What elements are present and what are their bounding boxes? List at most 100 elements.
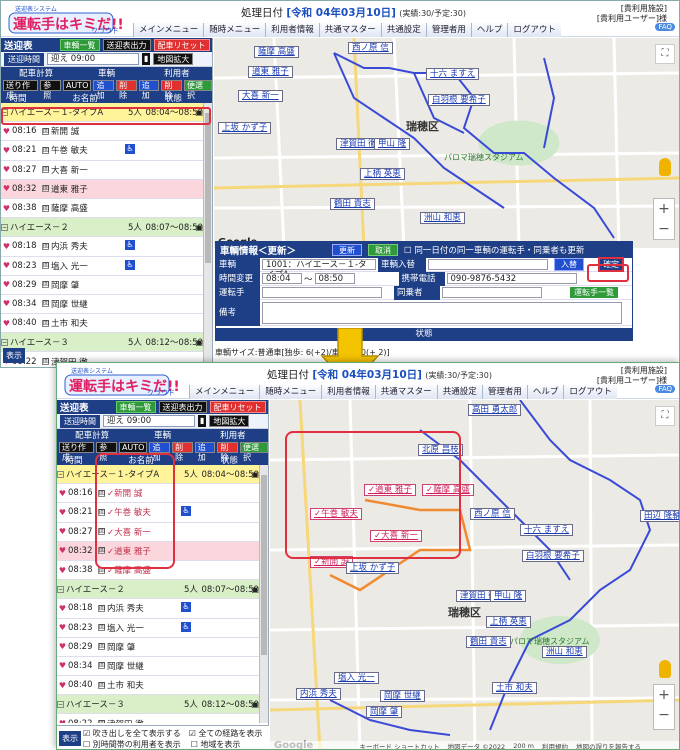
passenger-row[interactable]: ♥ 08:23 回塩入 光一 ♿	[57, 618, 259, 638]
map-user-label[interactable]: 西ノ原 信	[348, 42, 393, 54]
export-button[interactable]: 送迎表出力	[158, 401, 207, 413]
passenger-row[interactable]: ♥ 08:16 回新開 誠	[1, 122, 203, 142]
map-user-label[interactable]: 塩入 光一	[334, 672, 379, 684]
menu-users[interactable]: 利用者情報	[265, 23, 319, 37]
phone-input[interactable]: 090-9876-5432	[446, 273, 577, 284]
select-trip-button[interactable]: 便選択	[184, 79, 212, 100]
menu-main[interactable]: メインメニュー	[133, 23, 204, 37]
collapse-icon[interactable]: −	[57, 700, 64, 708]
delete-user-button[interactable]: 削除	[217, 441, 239, 462]
map-user-label[interactable]: 上坂 かず子	[218, 122, 272, 134]
map-user-label[interactable]: 十六 ますえ	[426, 68, 480, 80]
map-user-label[interactable]: 田辺 隆輔	[640, 510, 679, 522]
map-user-label[interactable]: 内浜 秀夫	[296, 688, 341, 700]
vehicle-list-button[interactable]: 車輌一覧	[59, 39, 100, 51]
passenger-row[interactable]: ♥ 08:23 回塩入 光一 ♿	[1, 256, 203, 276]
passenger-name[interactable]: 新開 誠	[51, 125, 203, 137]
collapse-icon[interactable]: −	[57, 470, 64, 478]
pegman-icon[interactable]	[659, 158, 671, 176]
time-from-input[interactable]: 08:04	[262, 273, 302, 284]
map-user-label[interactable]: 鶴田 貴志	[330, 198, 375, 210]
menu-help[interactable]: ヘルプ	[470, 23, 508, 37]
auto-button[interactable]: AUTO	[62, 79, 92, 91]
time-select-button[interactable]: ▮	[198, 415, 207, 427]
zoom-in-icon[interactable]: +	[654, 199, 674, 219]
time-select-button[interactable]: ▮	[142, 53, 151, 65]
map-user-label[interactable]: 上坂 かず子	[346, 562, 400, 574]
reference-button[interactable]: 参照	[40, 79, 61, 100]
menu-common-master[interactable]: 共通マスター	[318, 23, 381, 37]
show-button[interactable]: 表示	[3, 348, 25, 363]
map-user-label[interactable]: 西ノ原 信	[470, 508, 515, 520]
passenger-name[interactable]: 土市 和夫	[51, 317, 203, 329]
passenger-name[interactable]: 大喜 新一	[51, 164, 203, 176]
menu-common-settings[interactable]: 共通設定	[436, 385, 482, 399]
vehicle-swap-select[interactable]	[428, 259, 548, 270]
collapse-icon[interactable]: −	[1, 338, 8, 346]
passenger-row[interactable]: ♥ 08:27 回大喜 新一	[1, 160, 203, 180]
note-input[interactable]	[262, 301, 622, 324]
menu-anytime[interactable]: 随時メニュー	[203, 23, 266, 37]
passenger-name[interactable]: 岡摩 肇	[107, 641, 259, 653]
menu-common-settings[interactable]: 共通設定	[380, 23, 426, 37]
faq-button[interactable]: FAQ	[655, 23, 675, 31]
passenger-name[interactable]: 岡摩 世継	[51, 298, 203, 310]
map-user-label[interactable]: 岡摩 世継	[380, 690, 425, 702]
passenger-row[interactable]: ♥ 08:40 回土市 和夫	[57, 676, 259, 696]
vehicle-list-button[interactable]: 車輌一覧	[115, 401, 156, 413]
passenger-row[interactable]: ♥08:22回津賀田 徹	[57, 714, 259, 723]
map-user-label[interactable]: 甲山 隆	[374, 138, 411, 150]
fullscreen-icon[interactable]: ⛶	[655, 44, 675, 64]
vehicle-row[interactable]: − ハイエース－２ 5人 08:07〜08:50 ▣	[1, 218, 203, 238]
cancel-button[interactable]: 取消	[368, 244, 399, 256]
map-user-label[interactable]: 十六 ますえ	[520, 524, 574, 536]
menu-logout[interactable]: ログアウト	[507, 23, 561, 37]
faq-button[interactable]: FAQ	[655, 385, 675, 393]
zoom-in-icon[interactable]: +	[654, 685, 674, 705]
map-user-label[interactable]: 道東 雅子	[248, 66, 293, 78]
passenger-row[interactable]: ♥ 08:29 回岡摩 肇	[57, 637, 259, 657]
passenger-row[interactable]: ♥ 08:32 回道東 雅子	[1, 179, 203, 199]
balloon-option[interactable]: ☑ 吹き出しを全て表示する	[83, 728, 181, 739]
menu-common-master[interactable]: 共通マスター	[374, 385, 437, 399]
vehicle-select[interactable]: 1001：ハイエース－１-タイプA	[262, 259, 376, 280]
update-button[interactable]: 更新	[332, 244, 363, 256]
vehicle-row[interactable]: − ハイエース－３ 5人 08:12〜08:50 ▣	[1, 333, 203, 353]
pegman-icon[interactable]	[659, 660, 671, 678]
add-user-button[interactable]: 追加	[194, 441, 216, 462]
time-select[interactable]: 迎え 09:00	[103, 415, 195, 427]
terms-link[interactable]: 利用規約	[542, 741, 568, 749]
passenger-row[interactable]: ♥ 08:40 回土市 和夫	[1, 314, 203, 334]
map-zoom-button[interactable]: 地図拡大	[153, 53, 194, 65]
map-user-label[interactable]: 上柄 英恵	[486, 616, 531, 628]
collapse-icon[interactable]: −	[57, 585, 64, 593]
map-user-label[interactable]: 高田 勇太郎	[468, 404, 522, 416]
menu-anytime[interactable]: 随時メニュー	[259, 385, 322, 399]
vehicle-row[interactable]: − ハイエース－３ 5人 08:12〜08:50 ▣	[57, 695, 259, 715]
map-user-label[interactable]: 洲山 和恵	[542, 646, 587, 658]
passenger-name[interactable]: 岡摩 肇	[51, 279, 203, 291]
show-button[interactable]: 表示	[59, 731, 81, 746]
delete-vehicle-button[interactable]: 削除	[172, 441, 193, 462]
map-user-label[interactable]: 鶴田 貴志	[466, 636, 511, 648]
driver-list-button[interactable]: 運転手一覧	[570, 287, 618, 298]
zoom-out-icon[interactable]: −	[654, 219, 674, 239]
reset-button[interactable]: 配車リセット	[209, 401, 266, 413]
add-vehicle-button[interactable]: 追加	[149, 441, 171, 462]
passenger-name[interactable]: 岡摩 世継	[107, 660, 259, 672]
fullscreen-icon[interactable]: ⛶	[655, 406, 675, 426]
all-route-option[interactable]: ☑ 全ての経路を表示	[189, 728, 263, 739]
auto-button[interactable]: AUTO	[118, 441, 148, 453]
map-user-label[interactable]: 洲山 和恵	[420, 212, 465, 224]
passenger-row[interactable]: ♥ 08:38 回薩摩 高盛	[1, 198, 203, 219]
menu-users[interactable]: 利用者情報	[321, 385, 375, 399]
map-user-label[interactable]: 白羽根 要希子	[428, 94, 490, 106]
same-day-checkbox[interactable]: ☐ 同一日付の同一車輌の運転手・同乗者も更新	[404, 244, 584, 256]
zoom-control[interactable]: + −	[653, 684, 675, 730]
vehicle-row[interactable]: − ハイエース－２ 5人 08:07〜08:50 ▣	[57, 580, 259, 600]
passenger-name[interactable]: 道東 雅子	[51, 183, 203, 195]
menu-admin[interactable]: 管理者用	[425, 23, 471, 37]
delete-user-button[interactable]: 削除	[161, 79, 183, 100]
menu-logout[interactable]: ログアウト	[563, 385, 617, 399]
shortcut-link[interactable]: キーボード ショートカット	[360, 741, 440, 749]
